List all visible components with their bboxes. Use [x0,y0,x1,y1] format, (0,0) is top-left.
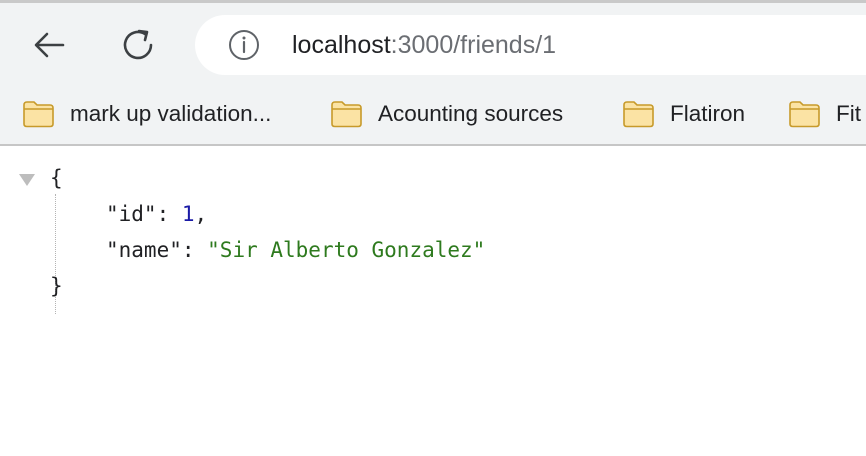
json-key: "name" [106,238,182,262]
json-comma: , [194,202,208,226]
url-text[interactable]: localhost:3000/friends/1 [292,28,556,62]
bookmark-folder[interactable]: Fit [788,94,861,134]
address-bar[interactable]: localhost:3000/friends/1 [195,15,866,75]
collapse-triangle-icon[interactable] [18,173,36,187]
url-host: localhost [292,31,391,59]
back-button[interactable] [27,23,71,67]
json-key: "id" [106,202,157,226]
json-entry-name: "name": "Sir Alberto Gonzalez" [106,236,485,264]
folder-icon [623,101,654,128]
bookmark-folder[interactable]: mark up validation... [22,94,271,134]
bookmark-label: mark up validation... [70,101,272,126]
json-number-value: 1 [181,202,195,226]
folder-icon [789,101,820,128]
bookmark-label: Flatiron [670,101,746,126]
bookmark-folder[interactable]: Acounting sources [330,94,563,134]
bookmarks-bar: mark up validation... Acounting sources … [0,86,866,146]
bookmark-folder[interactable]: Flatiron [622,94,745,134]
json-entry-id: "id": 1, [106,200,207,228]
json-viewer: { "id": 1, "name": "Sir Alberto Gonzalez… [0,146,866,456]
reload-button[interactable] [116,23,160,67]
folder-icon [23,101,54,128]
arrow-left-icon [34,32,65,58]
json-open-brace: { [50,166,63,190]
reload-icon [123,29,153,60]
bookmark-label: Acounting sources [378,101,564,126]
url-path: :3000/friends/1 [390,31,557,59]
json-close-brace: } [50,274,63,298]
bookmark-label: Fit [836,101,861,126]
folder-icon [331,101,362,128]
browser-toolbar: localhost:3000/friends/1 [0,0,866,86]
json-colon: : [156,202,182,226]
info-icon[interactable] [228,29,260,61]
json-colon: : [181,238,208,262]
json-string-value: "Sir Alberto Gonzalez" [207,238,486,262]
